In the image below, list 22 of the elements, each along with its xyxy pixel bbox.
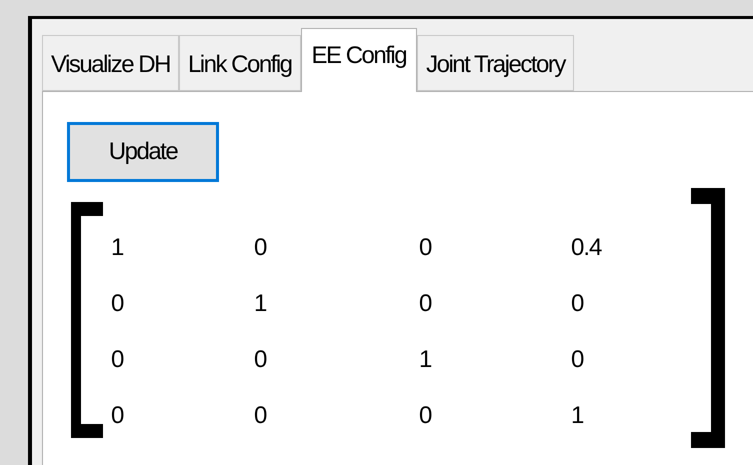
right-bracket-icon xyxy=(691,188,727,448)
matrix-cell-text: 0 xyxy=(111,345,124,375)
tab[interactable]: Visualize DH xyxy=(42,35,179,91)
matrix-cell-text: 1 xyxy=(419,345,432,375)
tab[interactable]: Joint Trajectory xyxy=(417,35,574,91)
matrix-cell-text: 0 xyxy=(254,345,268,375)
matrix-cell-text: 0 xyxy=(419,289,432,319)
tab[interactable]: Link Config xyxy=(178,35,301,91)
matrix-cell-text: 0 xyxy=(111,289,124,319)
matrix-cell-text: 0.4 xyxy=(571,233,603,263)
matrix-cell-text: 0 xyxy=(571,345,584,375)
matrix-cell-text: 0 xyxy=(111,401,124,431)
matrix-cell-text: 0 xyxy=(254,233,268,263)
matrix-cell-text: 0 xyxy=(419,401,432,431)
matrix-cell-text: 0 xyxy=(254,401,268,431)
update-button[interactable]: Update xyxy=(67,122,219,182)
tab[interactable]: EE Config xyxy=(300,28,418,92)
matrix-cell-text: 0 xyxy=(419,233,432,263)
matrix-cell-text: 1 xyxy=(254,289,268,319)
matrix-cell-text: 1 xyxy=(571,401,584,431)
matrix-cell-text: 0 xyxy=(571,289,584,319)
matrix-cell-text: 1 xyxy=(111,233,124,263)
